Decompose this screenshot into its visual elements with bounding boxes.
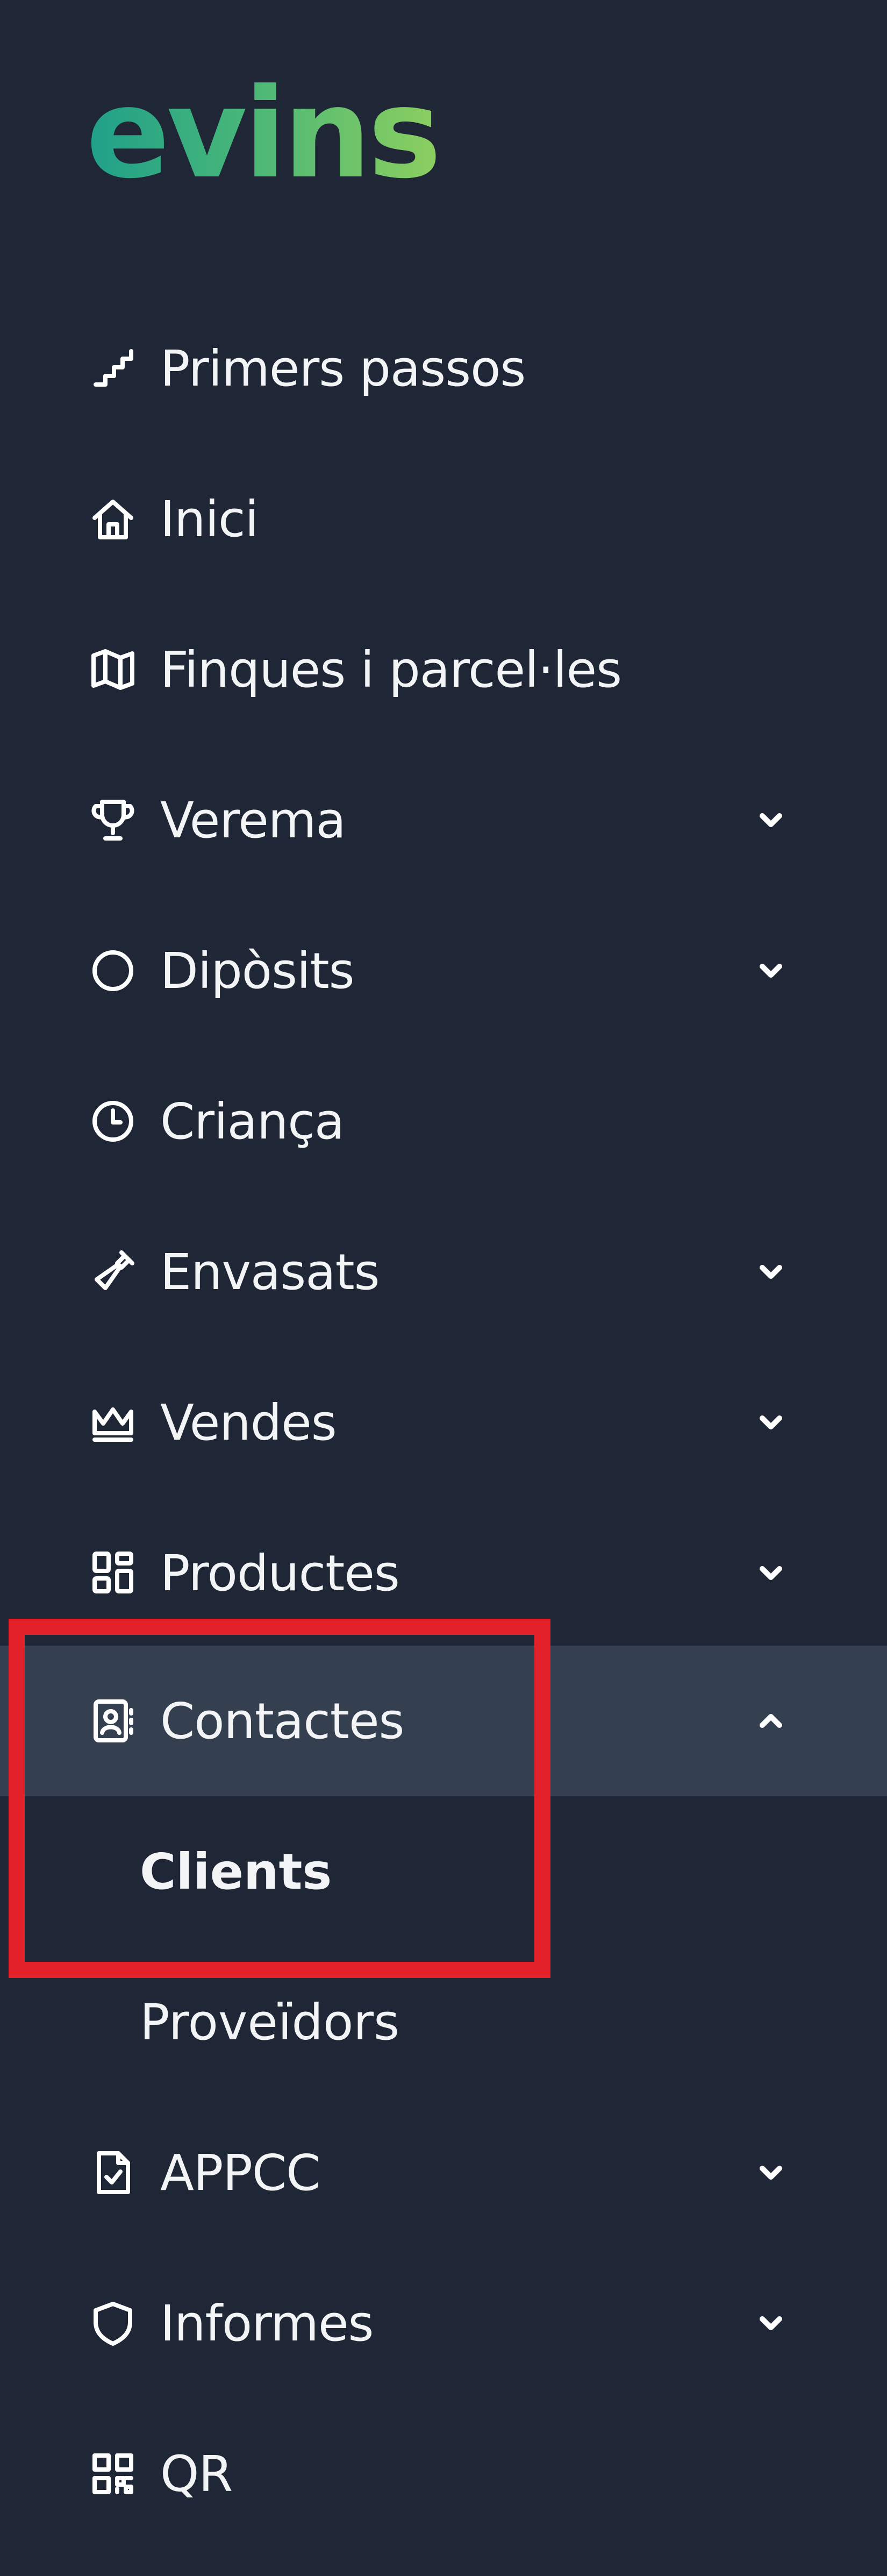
nav-item-crianca[interactable]: Criança	[0, 1046, 887, 1197]
nav-item-envasats[interactable]: Envasats	[0, 1197, 887, 1347]
chevron-down-icon[interactable]	[755, 1557, 787, 1589]
sub-item-label: Clients	[140, 1842, 332, 1901]
brand-logo[interactable]: evins	[86, 65, 441, 204]
logo-text: evins	[86, 62, 441, 206]
nav-item-label: Vendes	[160, 1393, 337, 1451]
trophy-icon	[86, 793, 140, 847]
sub-item-proveidors[interactable]: Proveïdors	[0, 1947, 887, 2097]
chevron-down-icon[interactable]	[755, 1406, 787, 1439]
home-icon	[86, 492, 140, 546]
stairs-icon	[86, 341, 140, 395]
document-check-icon	[86, 2146, 140, 2200]
shield-icon	[86, 2296, 140, 2350]
chevron-down-icon[interactable]	[755, 955, 787, 987]
nav-item-appcc[interactable]: APPCC	[0, 2097, 887, 2248]
nav-item-finques-parceles[interactable]: Finques i parcel·les	[0, 594, 887, 745]
crown-icon	[86, 1396, 140, 1449]
nav-item-inici[interactable]: Inici	[0, 444, 887, 594]
contacts-icon	[86, 1694, 140, 1748]
nav-item-contactes[interactable]: Contactes	[0, 1646, 887, 1796]
nav-item-diposits[interactable]: Dipòsits	[0, 895, 887, 1046]
nav-item-informes[interactable]: Informes	[0, 2248, 887, 2399]
nav-item-label: Verema	[160, 791, 346, 849]
nav-item-verema[interactable]: Verema	[0, 745, 887, 895]
chevron-up-icon[interactable]	[755, 1705, 787, 1737]
nav-item-label: Dipòsits	[160, 942, 355, 1000]
nav-item-label: Contactes	[160, 1692, 404, 1750]
nav-item-vendes[interactable]: Vendes	[0, 1347, 887, 1498]
sub-item-label: Proveïdors	[140, 1993, 399, 2051]
nav-item-qr[interactable]: QR	[0, 2399, 887, 2549]
chevron-down-icon[interactable]	[755, 1256, 787, 1288]
chevron-down-icon[interactable]	[755, 804, 787, 836]
nav-item-label: Finques i parcel·les	[160, 641, 622, 699]
nav-item-productes[interactable]: Productes	[0, 1498, 887, 1648]
nav-item-label: QR	[160, 2445, 233, 2503]
nav-item-label: APPCC	[160, 2144, 320, 2202]
sidebar: evins Primers passos Inici Finques i par…	[0, 0, 887, 2576]
sub-item-clients[interactable]: Clients	[0, 1796, 887, 1947]
chevron-down-icon[interactable]	[755, 2157, 787, 2189]
map-icon	[86, 643, 140, 696]
chevron-down-icon[interactable]	[755, 2307, 787, 2339]
nav-item-primers-passos[interactable]: Primers passos	[0, 293, 887, 444]
nav-item-label: Envasats	[160, 1243, 380, 1301]
nav-item-label: Criança	[160, 1092, 345, 1150]
bottle-icon	[86, 1245, 140, 1299]
qr-code-icon	[86, 2447, 140, 2501]
nav-item-label: Informes	[160, 2294, 374, 2352]
circle-icon	[86, 944, 140, 998]
nav-item-label: Productes	[160, 1544, 400, 1602]
clock-icon	[86, 1094, 140, 1148]
nav-item-label: Primers passos	[160, 339, 526, 397]
grid-icon	[86, 1546, 140, 1600]
nav-item-label: Inici	[160, 490, 259, 548]
